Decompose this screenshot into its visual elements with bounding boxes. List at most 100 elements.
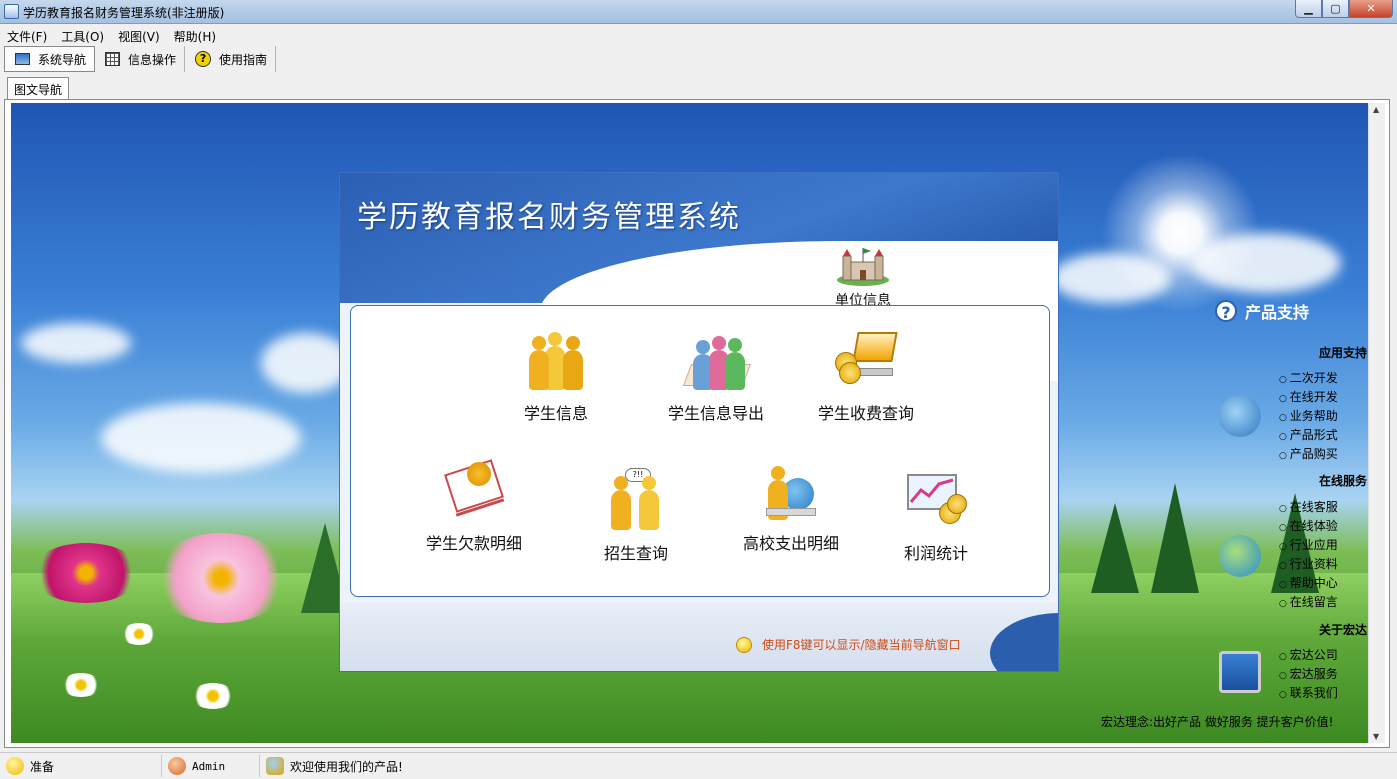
- castle-icon: [837, 248, 889, 286]
- students-icon: [523, 328, 589, 394]
- link-online-dev[interactable]: 在线开发: [1279, 388, 1338, 407]
- nav-item-profit-stats[interactable]: 利润统计: [886, 468, 986, 564]
- cloud-graphic: [1051, 253, 1171, 303]
- flower-graphic: [191, 683, 235, 709]
- link-leave-message[interactable]: 在线留言: [1279, 593, 1338, 612]
- expense-detail-icon: [758, 458, 824, 524]
- lightbulb-icon: [6, 757, 24, 775]
- cloud-graphic: [1191, 233, 1341, 293]
- product-icon: [266, 757, 284, 775]
- computer-icon: [1219, 651, 1261, 693]
- scroll-down-icon[interactable]: ▼: [1373, 732, 1379, 741]
- menu-view[interactable]: 视图(V): [111, 25, 167, 45]
- cloud-graphic: [261, 333, 351, 393]
- link-online-trial[interactable]: 在线体验: [1279, 517, 1338, 536]
- link-product-form[interactable]: 产品形式: [1279, 426, 1338, 445]
- product-support-title: ? 产品支持: [1215, 299, 1309, 323]
- question-icon: ?: [1215, 300, 1237, 322]
- system-nav-button[interactable]: 系统导航: [4, 46, 96, 72]
- fee-query-icon: [833, 328, 899, 394]
- online-service-list: 在线客服 在线体验 行业应用 行业资料 帮助中心 在线留言: [1279, 498, 1338, 612]
- nav-item-label: 高校支出明细: [742, 534, 839, 553]
- nav-item-student-info[interactable]: 学生信息: [501, 328, 611, 424]
- nav-item-label: 学生收费查询: [817, 404, 914, 423]
- user-icon: [168, 757, 186, 775]
- grid-icon: [105, 52, 121, 66]
- flower-graphic: [121, 623, 157, 645]
- user-guide-label: 使用指南: [219, 52, 268, 67]
- monitor-icon: [15, 53, 30, 65]
- nav-item-expense-detail[interactable]: 高校支出明细: [731, 458, 851, 554]
- nav-items-box: 学生信息 学生信息导出 学生收费查询 学生欠款明细 ?!! 招生查询 高校支出明…: [350, 305, 1050, 597]
- info-ops-label: 信息操作: [128, 52, 177, 67]
- link-business-help[interactable]: 业务帮助: [1279, 407, 1338, 426]
- scroll-up-icon[interactable]: ▲: [1373, 105, 1379, 114]
- minimize-button[interactable]: ▁: [1295, 0, 1322, 18]
- product-support-label: 产品支持: [1245, 303, 1310, 322]
- nav-item-debt-detail[interactable]: 学生欠款明细: [409, 458, 539, 554]
- lightbulb-icon: [736, 636, 752, 653]
- status-welcome-text: 欢迎使用我们的产品!: [290, 759, 403, 774]
- status-welcome: 欢迎使用我们的产品!: [260, 755, 403, 777]
- link-contact-us[interactable]: 联系我们: [1279, 684, 1338, 703]
- link-online-support[interactable]: 在线客服: [1279, 498, 1338, 517]
- app-support-list: 二次开发 在线开发 业务帮助 产品形式 产品购买: [1279, 369, 1338, 464]
- tree-graphic: [1151, 483, 1199, 593]
- globe-icon: [1219, 535, 1261, 577]
- status-user-text: Admin: [192, 759, 226, 773]
- link-service[interactable]: 宏达服务: [1279, 665, 1338, 684]
- toolbar: 系统导航 信息操作 ? 使用指南: [0, 45, 1397, 73]
- tab-strip: 图文导航: [0, 77, 1397, 99]
- tab-graphic-nav[interactable]: 图文导航: [7, 77, 70, 99]
- user-guide-button[interactable]: ? 使用指南: [185, 46, 277, 72]
- nav-item-label: 利润统计: [903, 544, 968, 563]
- status-ready: 准备: [0, 755, 162, 777]
- enrollment-query-icon: ?!!: [603, 468, 669, 534]
- menu-file[interactable]: 文件(F): [0, 25, 54, 45]
- arrow-icon: [1219, 395, 1261, 437]
- company-motto: 宏达理念:出好产品 做好服务 提升客户价值!: [1101, 715, 1334, 729]
- nav-item-fee-query[interactable]: 学生收费查询: [806, 328, 926, 424]
- nav-background: 学历教育报名财务管理系统 单位信息 学生信息 学生信息导出 学生收费查询 学生欠…: [11, 103, 1368, 743]
- panel-title: 学历教育报名财务管理系统: [357, 200, 741, 235]
- section-heading-app-support: 应用支持: [1318, 346, 1367, 360]
- nav-item-label: 学生信息导出: [667, 404, 764, 423]
- about-list: 宏达公司 宏达服务 联系我们: [1279, 646, 1338, 703]
- flower-graphic: [31, 543, 141, 603]
- help-icon: ?: [195, 51, 212, 67]
- panel-footer: 使用F8键可以显示/隐藏当前导航窗口: [340, 603, 1058, 671]
- vertical-scrollbar[interactable]: ▲ ▼: [1368, 103, 1385, 743]
- link-industry-docs[interactable]: 行业资料: [1279, 555, 1338, 574]
- nav-panel: 学历教育报名财务管理系统 单位信息 学生信息 学生信息导出 学生收费查询 学生欠…: [339, 172, 1059, 672]
- link-product-purchase[interactable]: 产品购买: [1279, 445, 1338, 464]
- info-ops-button[interactable]: 信息操作: [95, 46, 186, 72]
- nav-item-label: 学生信息: [523, 404, 588, 423]
- link-industry-apps[interactable]: 行业应用: [1279, 536, 1338, 555]
- window-title: 学历教育报名财务管理系统(非注册版): [23, 6, 225, 20]
- flower-graphic: [61, 673, 101, 697]
- export-icon: [682, 328, 752, 394]
- status-bar: 准备 Admin 欢迎使用我们的产品!: [0, 752, 1397, 779]
- close-button[interactable]: ✕: [1349, 0, 1393, 18]
- link-help-center[interactable]: 帮助中心: [1279, 574, 1338, 593]
- link-secondary-dev[interactable]: 二次开发: [1279, 369, 1338, 388]
- nav-item-enrollment-query[interactable]: ?!! 招生查询: [586, 468, 686, 564]
- menu-bar: 文件(F) 工具(O) 视图(V) 帮助(H): [0, 25, 1397, 45]
- menu-tools[interactable]: 工具(O): [54, 25, 111, 45]
- f8-hint: 使用F8键可以显示/隐藏当前导航窗口: [736, 636, 961, 653]
- nav-item-label: 招生查询: [603, 544, 668, 563]
- nav-item-label: 学生欠款明细: [425, 534, 522, 553]
- nav-item-student-export[interactable]: 学生信息导出: [656, 328, 776, 424]
- title-bar: 学历教育报名财务管理系统(非注册版) ▁ ▢ ✕: [0, 0, 1397, 24]
- app-icon: [4, 4, 19, 19]
- maximize-button[interactable]: ▢: [1322, 0, 1349, 18]
- flower-graphic: [151, 533, 291, 623]
- tree-graphic: [1091, 503, 1139, 593]
- section-heading-online-service: 在线服务: [1318, 474, 1367, 488]
- status-user: Admin: [162, 755, 260, 777]
- org-info-button[interactable]: 单位信息: [828, 246, 898, 310]
- link-company[interactable]: 宏达公司: [1279, 646, 1338, 665]
- menu-help[interactable]: 帮助(H): [167, 25, 223, 45]
- cloud-graphic: [101, 403, 301, 473]
- cloud-graphic: [21, 323, 131, 363]
